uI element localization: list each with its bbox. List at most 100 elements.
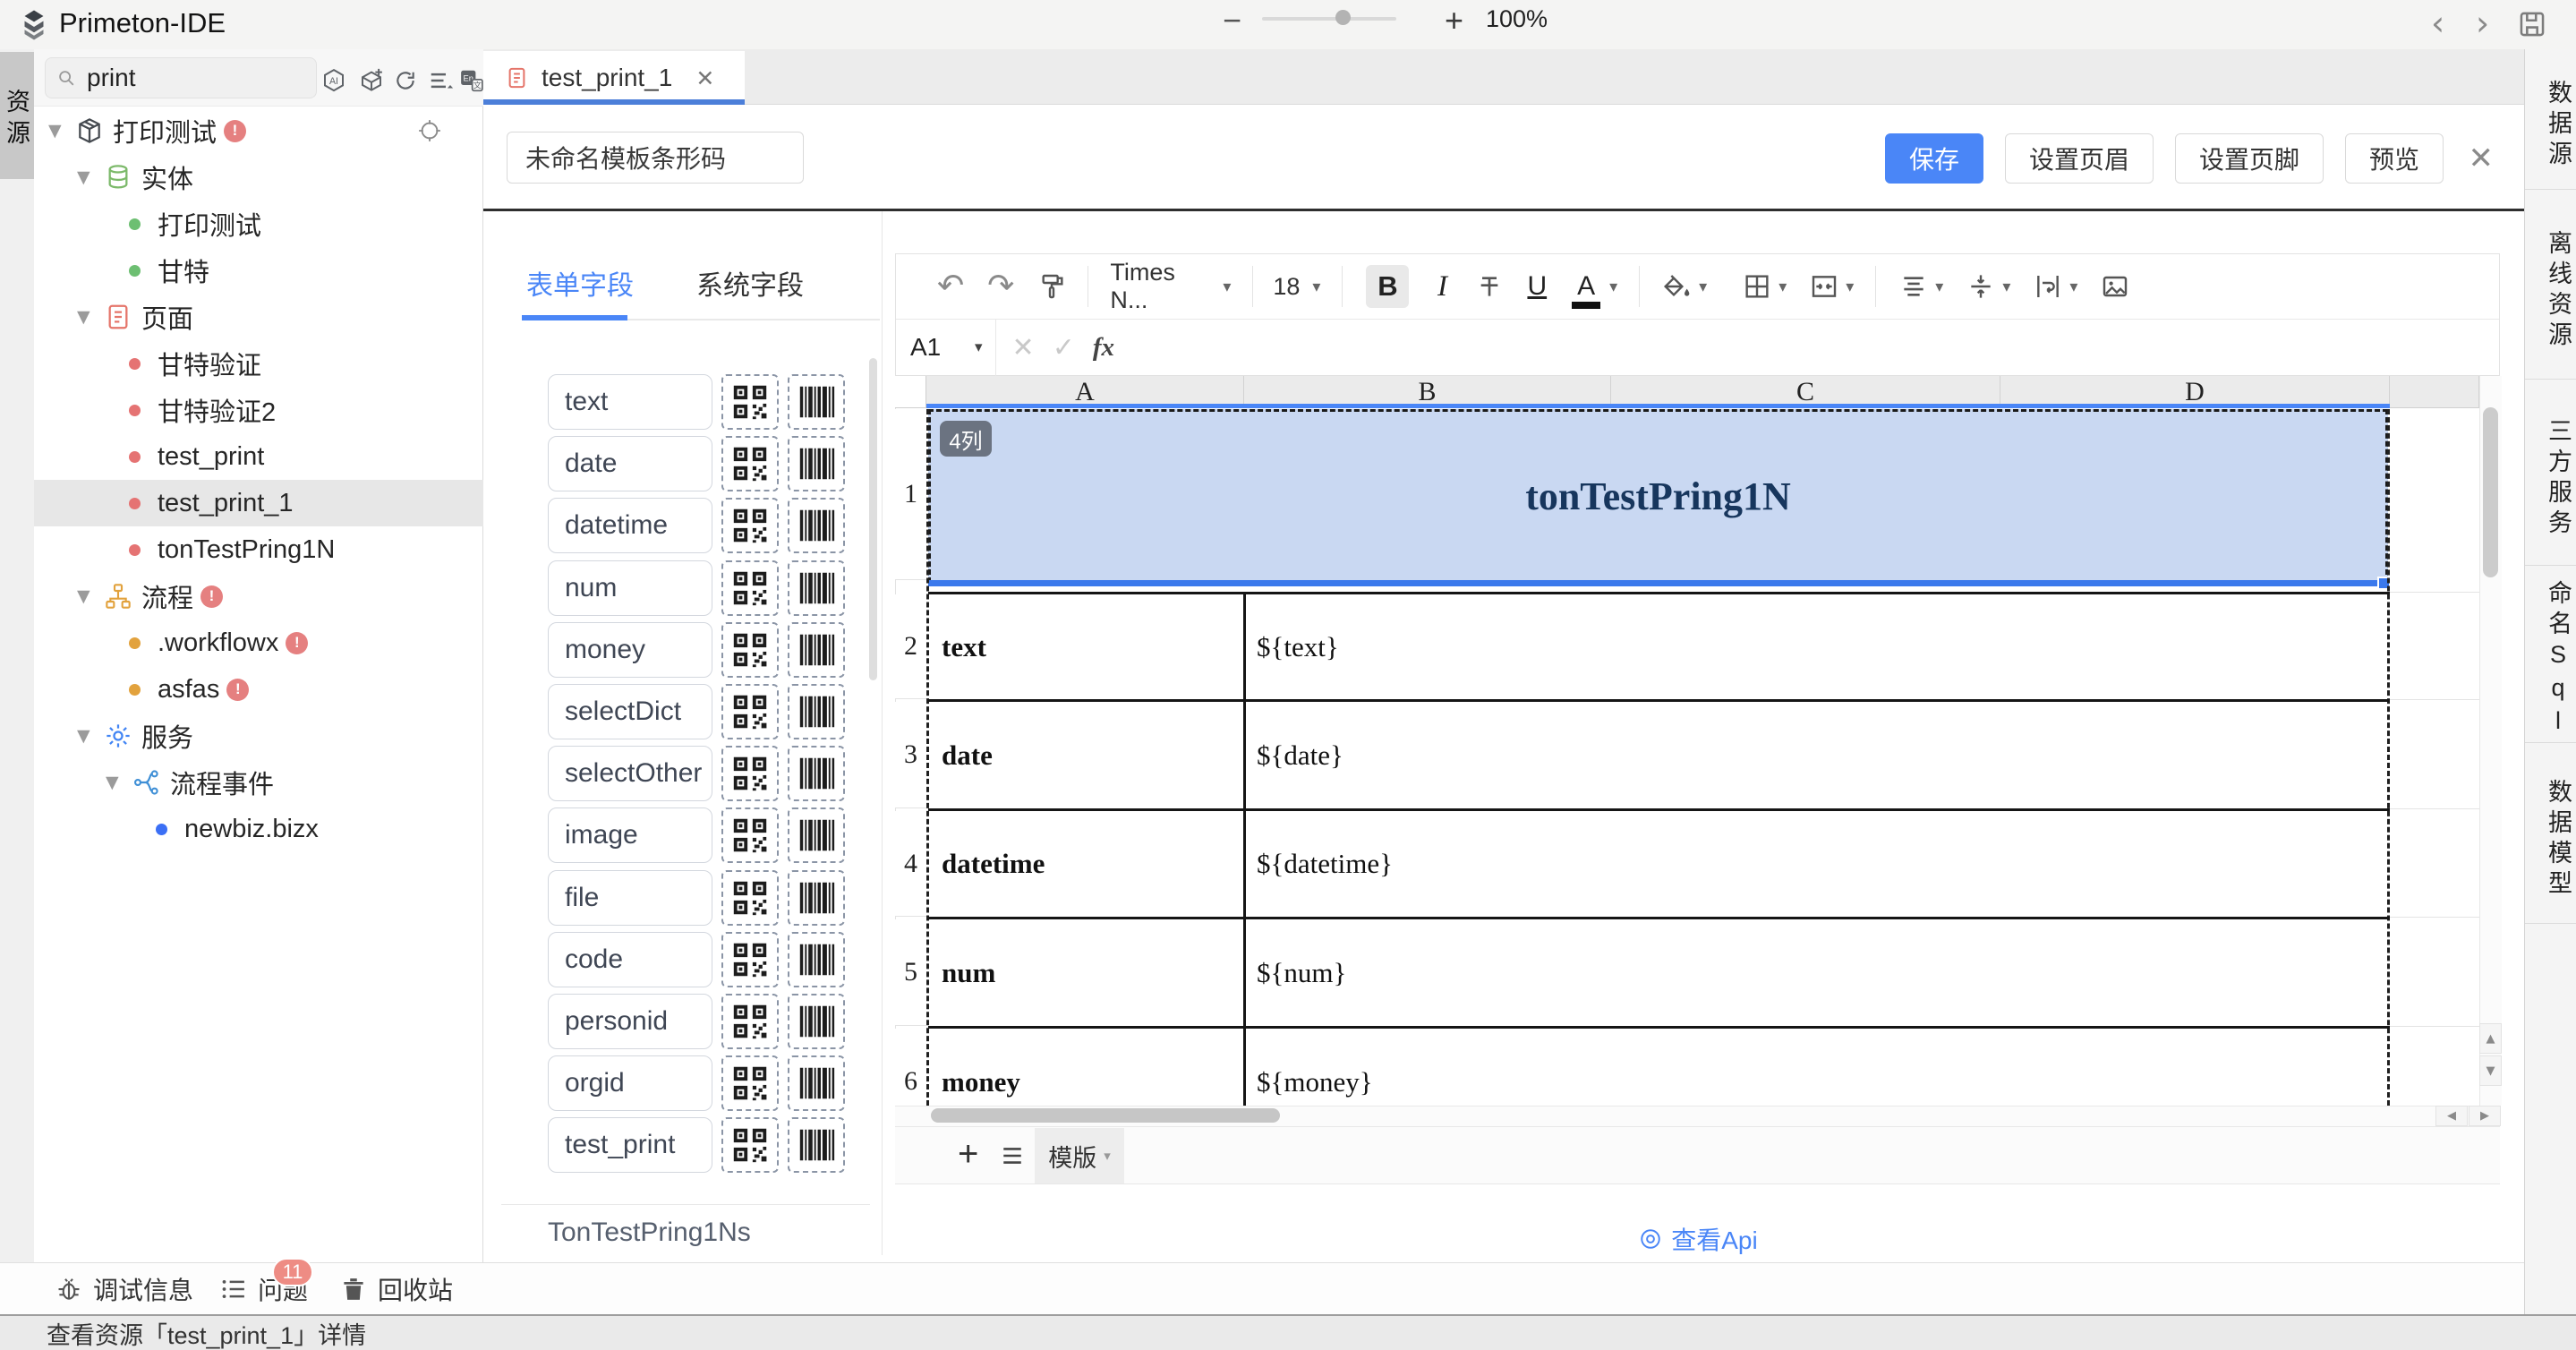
field-chip-datetime[interactable]: datetime (548, 498, 712, 553)
font-name-select[interactable]: Times N... (1110, 259, 1215, 314)
right-rail-tab[interactable]: 数据模型 (2525, 743, 2576, 924)
barcode-icon[interactable] (788, 807, 845, 863)
chevron-down-icon[interactable]: ▾ (1778, 278, 1787, 296)
insert-image-icon[interactable] (2101, 272, 2129, 301)
qr-code-icon[interactable] (721, 684, 779, 739)
close-editor-icon[interactable]: ✕ (2469, 141, 2495, 176)
field-chip-selectOther[interactable]: selectOther (548, 746, 712, 801)
cell-name-box[interactable]: A1 (910, 333, 975, 362)
bottom-button[interactable]: 回收站 (340, 1272, 453, 1306)
right-rail-tab[interactable]: 三方服务 (2525, 380, 2576, 566)
cell-a3[interactable]: date (942, 739, 993, 772)
row-header-3[interactable]: 3 (895, 702, 926, 808)
translate-icon[interactable]: En文 (458, 67, 485, 94)
tree-item[interactable]: 甘特验证 (34, 340, 483, 387)
expand-caret-icon[interactable]: ▼ (77, 726, 104, 746)
chevron-down-icon[interactable]: ▾ (2069, 278, 2077, 296)
field-chip-image[interactable]: image (548, 807, 712, 863)
cell-b6[interactable]: ${money} (1257, 1066, 1373, 1098)
vertical-scrollbar-thumb[interactable] (2483, 407, 2498, 577)
sheet-list-icon[interactable] (999, 1144, 1026, 1167)
barcode-icon[interactable] (788, 746, 845, 801)
save-button[interactable]: 保存 (1885, 133, 1983, 184)
cell-b3[interactable]: ${date} (1257, 739, 1343, 772)
tree-item[interactable]: tonTestPring1N (34, 526, 483, 573)
tree-item[interactable]: test_print_1 (34, 480, 483, 526)
scroll-left-icon[interactable]: ◀ (2435, 1106, 2468, 1126)
qr-code-icon[interactable] (721, 560, 779, 616)
redo-icon[interactable]: ↷ (987, 272, 1014, 301)
qr-code-icon[interactable] (721, 1117, 779, 1173)
fill-color-icon[interactable] (1663, 272, 1692, 301)
vertical-align-icon[interactable] (1966, 272, 1995, 301)
barcode-icon[interactable] (788, 622, 845, 678)
tab-form-fields[interactable]: 表单字段 (526, 263, 634, 303)
cell-a4[interactable]: datetime (942, 848, 1045, 880)
tree-item[interactable]: 打印测试 (34, 201, 483, 247)
underline-button[interactable]: U (1527, 271, 1547, 302)
cell-b2[interactable]: ${text} (1257, 631, 1339, 663)
cell-a2[interactable]: text (942, 631, 986, 663)
qr-code-icon[interactable] (721, 932, 779, 987)
field-chip-num[interactable]: num (548, 560, 712, 616)
row-header-4[interactable]: 4 (895, 811, 926, 917)
chevron-down-icon[interactable]: ▾ (1846, 278, 1854, 296)
borders-icon[interactable] (1743, 272, 1771, 301)
right-rail-tab[interactable]: 离线资源 (2525, 190, 2576, 380)
expand-caret-icon[interactable]: ▼ (77, 167, 104, 187)
template-name-input[interactable] (507, 132, 804, 184)
expand-caret-icon[interactable]: ▼ (77, 586, 104, 606)
barcode-icon[interactable] (788, 994, 845, 1049)
bottom-button[interactable]: 调试信息 (55, 1272, 193, 1306)
chevron-down-icon[interactable]: ▾ (1935, 278, 1943, 296)
chevron-down-icon[interactable]: ▾ (1104, 1148, 1111, 1164)
qr-code-icon[interactable] (721, 870, 779, 926)
barcode-icon[interactable] (788, 870, 845, 926)
field-chip-test_print[interactable]: test_print (548, 1117, 712, 1173)
strikethrough-button[interactable] (1475, 272, 1504, 301)
field-chip-personid[interactable]: personid (548, 994, 712, 1049)
crosshair-icon[interactable] (417, 118, 442, 143)
chevron-down-icon[interactable]: ▾ (975, 338, 983, 356)
scroll-down-icon[interactable]: ▼ (2479, 1055, 2502, 1086)
table-row[interactable]: date ${date} (928, 702, 2388, 808)
tree-item[interactable]: 甘特验证2 (34, 387, 483, 433)
tree-item[interactable]: test_print (34, 433, 483, 480)
cell-a5[interactable]: num (942, 957, 995, 989)
chevron-down-icon[interactable]: ▾ (2002, 278, 2010, 296)
text-wrap-icon[interactable] (2034, 272, 2062, 301)
bold-button[interactable]: B (1366, 265, 1409, 308)
tree-item[interactable]: asfas! (34, 666, 483, 713)
tree-item[interactable]: ▼流程! (34, 573, 483, 619)
barcode-icon[interactable] (788, 436, 845, 491)
qr-code-icon[interactable] (721, 807, 779, 863)
history-forward-icon[interactable]: › (2476, 4, 2489, 43)
save-all-icon[interactable] (2517, 9, 2547, 39)
qr-code-icon[interactable] (721, 498, 779, 553)
table-row[interactable]: num ${num} (928, 919, 2388, 1026)
confirm-entry-icon[interactable]: ✓ (1053, 332, 1075, 363)
view-api-link[interactable]: 查看Api (895, 1221, 2502, 1257)
qr-code-icon[interactable] (721, 374, 779, 430)
sheet-tab-template[interactable]: 模版 ▾ (1035, 1128, 1124, 1183)
add-sheet-icon[interactable]: + (958, 1134, 978, 1175)
font-color-button[interactable]: A (1570, 271, 1602, 302)
qr-code-icon[interactable] (721, 1055, 779, 1111)
bottom-button[interactable]: 问题11 (220, 1272, 308, 1306)
font-size-select[interactable]: 18 (1273, 273, 1305, 301)
scroll-up-icon[interactable]: ▲ (2479, 1023, 2502, 1054)
horizontal-scrollbar-thumb[interactable] (931, 1108, 1280, 1123)
chevron-down-icon[interactable]: ▾ (1699, 278, 1707, 296)
tree-item[interactable]: ▼实体 (34, 154, 483, 201)
tree-item[interactable]: ▼页面 (34, 294, 483, 340)
fields-scrollbar[interactable] (869, 358, 877, 680)
tree-item[interactable]: 甘特 (34, 247, 483, 294)
barcode-icon[interactable] (788, 684, 845, 739)
expand-caret-icon[interactable]: ▼ (48, 121, 75, 141)
expand-caret-icon[interactable]: ▼ (77, 307, 104, 327)
table-row[interactable]: text ${text} (928, 594, 2388, 699)
zoom-in-icon[interactable]: + (1445, 2, 1463, 39)
merge-cells-icon[interactable] (1810, 272, 1838, 301)
header-button[interactable]: 设置页脚 (2175, 133, 2324, 184)
row-header-5[interactable]: 5 (895, 919, 926, 1026)
